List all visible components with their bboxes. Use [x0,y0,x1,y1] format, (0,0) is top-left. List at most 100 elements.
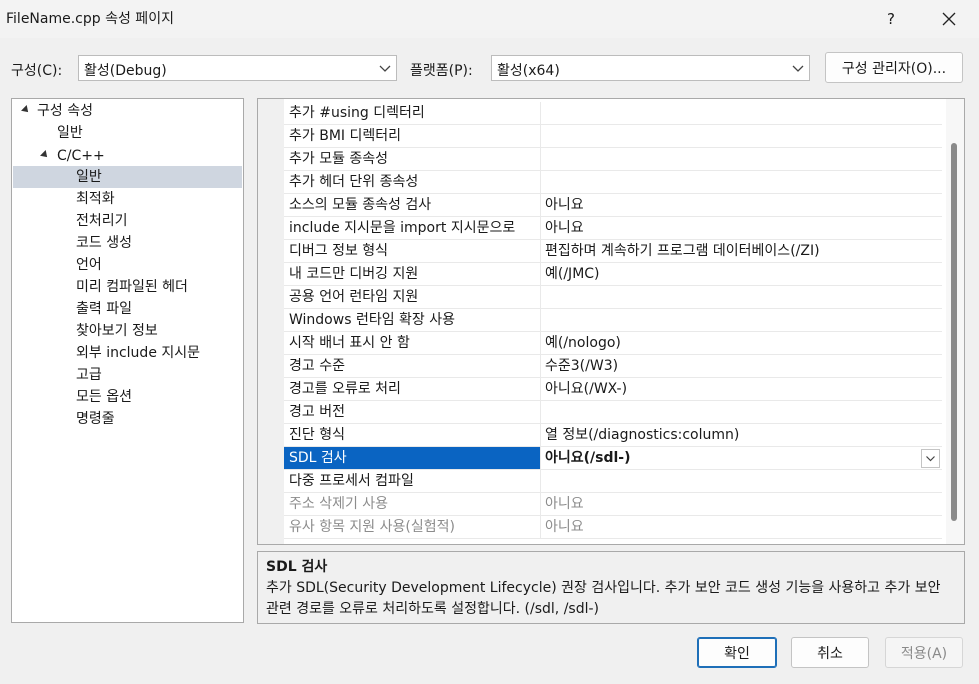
property-name: Windows 런타임 확장 사용 [289,312,456,328]
column-divider [540,470,541,493]
property-row-selected[interactable]: SDL 검사 아니요(/sdl-) [284,447,942,470]
property-value [545,171,935,193]
property-value: 편집하며 계속하기 프로그램 데이터베이스(/ZI) [545,243,820,259]
column-divider [540,148,541,171]
property-row[interactable]: 경고 버전 [284,401,942,424]
expanded-icon [40,150,50,160]
tree-node-label: 모든 옵션 [76,389,132,405]
property-name: 추가 BMI 디렉터리 [289,128,401,144]
property-row[interactable]: 경고를 오류로 처리 아니요(/WX-) [284,378,942,401]
property-value [545,401,935,423]
property-row[interactable]: 내 코드만 디버깅 지원 예(/JMC) [284,263,942,286]
description-panel: SDL 검사 추가 SDL(Security Development Lifec… [257,551,965,624]
property-row[interactable]: 경고 수준 수준3(/W3) [284,355,942,378]
column-divider [540,217,541,240]
tree-node-label: 일반 [76,169,102,185]
property-value [545,470,935,492]
close-icon [942,12,956,26]
tree-node-output-files[interactable]: 출력 파일 [13,298,242,320]
column-divider [540,424,541,447]
tree-node-label: C/C++ [57,148,105,164]
tree-node-preprocessor[interactable]: 전처리기 [13,210,242,232]
column-divider [540,125,541,148]
property-name: 추가 헤더 단위 종속성 [289,174,419,190]
column-divider [540,240,541,263]
tree-node-precompiled-headers[interactable]: 미리 컴파일된 헤더 [13,276,242,298]
property-row[interactable]: 디버그 정보 형식 편집하며 계속하기 프로그램 데이터베이스(/ZI) [284,240,942,263]
tree-node-label: 언어 [76,257,102,273]
title-bar: FileName.cpp 속성 페이지 ? [0,0,979,38]
property-name: 경고 수준 [289,358,345,374]
scrollbar-thumb[interactable] [951,143,957,521]
property-value: 아니요(/WX-) [545,381,628,397]
column-divider [540,102,541,125]
tree-node-label: 전처리기 [76,213,128,229]
configuration-label: 구성(C): [11,63,63,79]
property-row[interactable]: 추가 BMI 디렉터리 [284,125,942,148]
tree-node-label: 구성 속성 [37,103,93,119]
tree-node-cpp-general[interactable]: 일반 [13,166,242,188]
property-row[interactable]: 소스의 모듈 종속성 검사 아니요 [284,194,942,217]
tree-node-label: 미리 컴파일된 헤더 [76,279,188,295]
tree-node-optimization[interactable]: 최적화 [13,188,242,210]
tree-node-configuration-properties[interactable]: 구성 속성 [13,100,242,122]
grid-gutter [258,99,284,544]
help-button[interactable]: ? [868,0,914,38]
column-divider [540,447,541,470]
tree-node-code-generation[interactable]: 코드 생성 [13,232,242,254]
tree-node-label: 최적화 [76,191,115,207]
property-value: 예(/JMC) [545,266,600,282]
ok-button[interactable]: 확인 [697,637,777,668]
property-row[interactable]: 시작 배너 표시 안 함 예(/nologo) [284,332,942,355]
property-name: 내 코드만 디버깅 지원 [289,266,419,282]
property-row[interactable]: include 지시문을 import 지시문으로 아니요 [284,217,942,240]
apply-button[interactable]: 적용(A) [885,637,963,668]
tree-node-all-options[interactable]: 모든 옵션 [13,386,242,408]
tree-node-label: 찾아보기 정보 [76,323,158,339]
property-name: 경고를 오류로 처리 [289,381,401,397]
property-row[interactable]: 추가 #using 디렉터리 [284,102,942,125]
property-row[interactable]: 진단 형식 열 정보(/diagnostics:column) [284,424,942,447]
column-divider [540,401,541,424]
property-row[interactable]: 유사 항목 지원 사용(실험적) 아니요 [284,516,942,539]
platform-dropdown[interactable]: 활성(x64) [491,55,810,81]
tree-node-external-includes[interactable]: 외부 include 지시문 [13,342,242,364]
property-name: include 지시문을 import 지시문으로 [289,220,516,236]
tree-node-label: 출력 파일 [76,301,132,317]
close-button[interactable] [924,0,974,38]
tree-node-language[interactable]: 언어 [13,254,242,276]
property-row[interactable]: 주소 삭제기 사용 아니요 [284,493,942,516]
property-value [545,102,935,124]
value-dropdown-button[interactable] [921,449,940,468]
property-tree: 구성 속성 일반 C/C++ 일반 최적화 전처리기 코드 생성 언어 미리 컴… [11,98,244,623]
configuration-manager-button[interactable]: 구성 관리자(O)... [825,52,963,83]
tree-node-advanced[interactable]: 고급 [13,364,242,386]
property-name: 주소 삭제기 사용 [289,496,389,512]
tree-node-label: 코드 생성 [76,235,132,251]
property-name: 추가 모듈 종속성 [289,151,389,167]
column-divider [540,309,541,332]
column-divider [540,355,541,378]
column-divider [540,378,541,401]
property-value: 아니요 [545,496,584,512]
column-divider [540,171,541,194]
property-row[interactable]: Windows 런타임 확장 사용 [284,309,942,332]
chevron-down-icon [926,456,935,462]
property-row[interactable]: 추가 헤더 단위 종속성 [284,171,942,194]
tree-node-general[interactable]: 일반 [13,122,242,144]
column-divider [540,332,541,355]
tree-node-cpp[interactable]: C/C++ [13,145,242,167]
property-row[interactable]: 다중 프로세서 컴파일 [284,470,942,493]
tree-node-browse-information[interactable]: 찾아보기 정보 [13,320,242,342]
property-name: 경고 버전 [289,404,345,420]
description-text: 추가 SDL(Security Development Lifecycle) 권… [266,580,941,617]
column-divider [540,194,541,217]
tree-node-command-line[interactable]: 명령줄 [13,408,242,430]
property-row[interactable]: 공용 언어 런타임 지원 [284,286,942,309]
property-name: 추가 #using 디렉터리 [289,105,425,121]
property-name: SDL 검사 [284,447,540,469]
cancel-button[interactable]: 취소 [791,637,869,668]
vertical-scrollbar[interactable] [946,99,964,544]
configuration-dropdown[interactable]: 활성(Debug) [78,55,397,81]
property-row[interactable]: 추가 모듈 종속성 [284,148,942,171]
